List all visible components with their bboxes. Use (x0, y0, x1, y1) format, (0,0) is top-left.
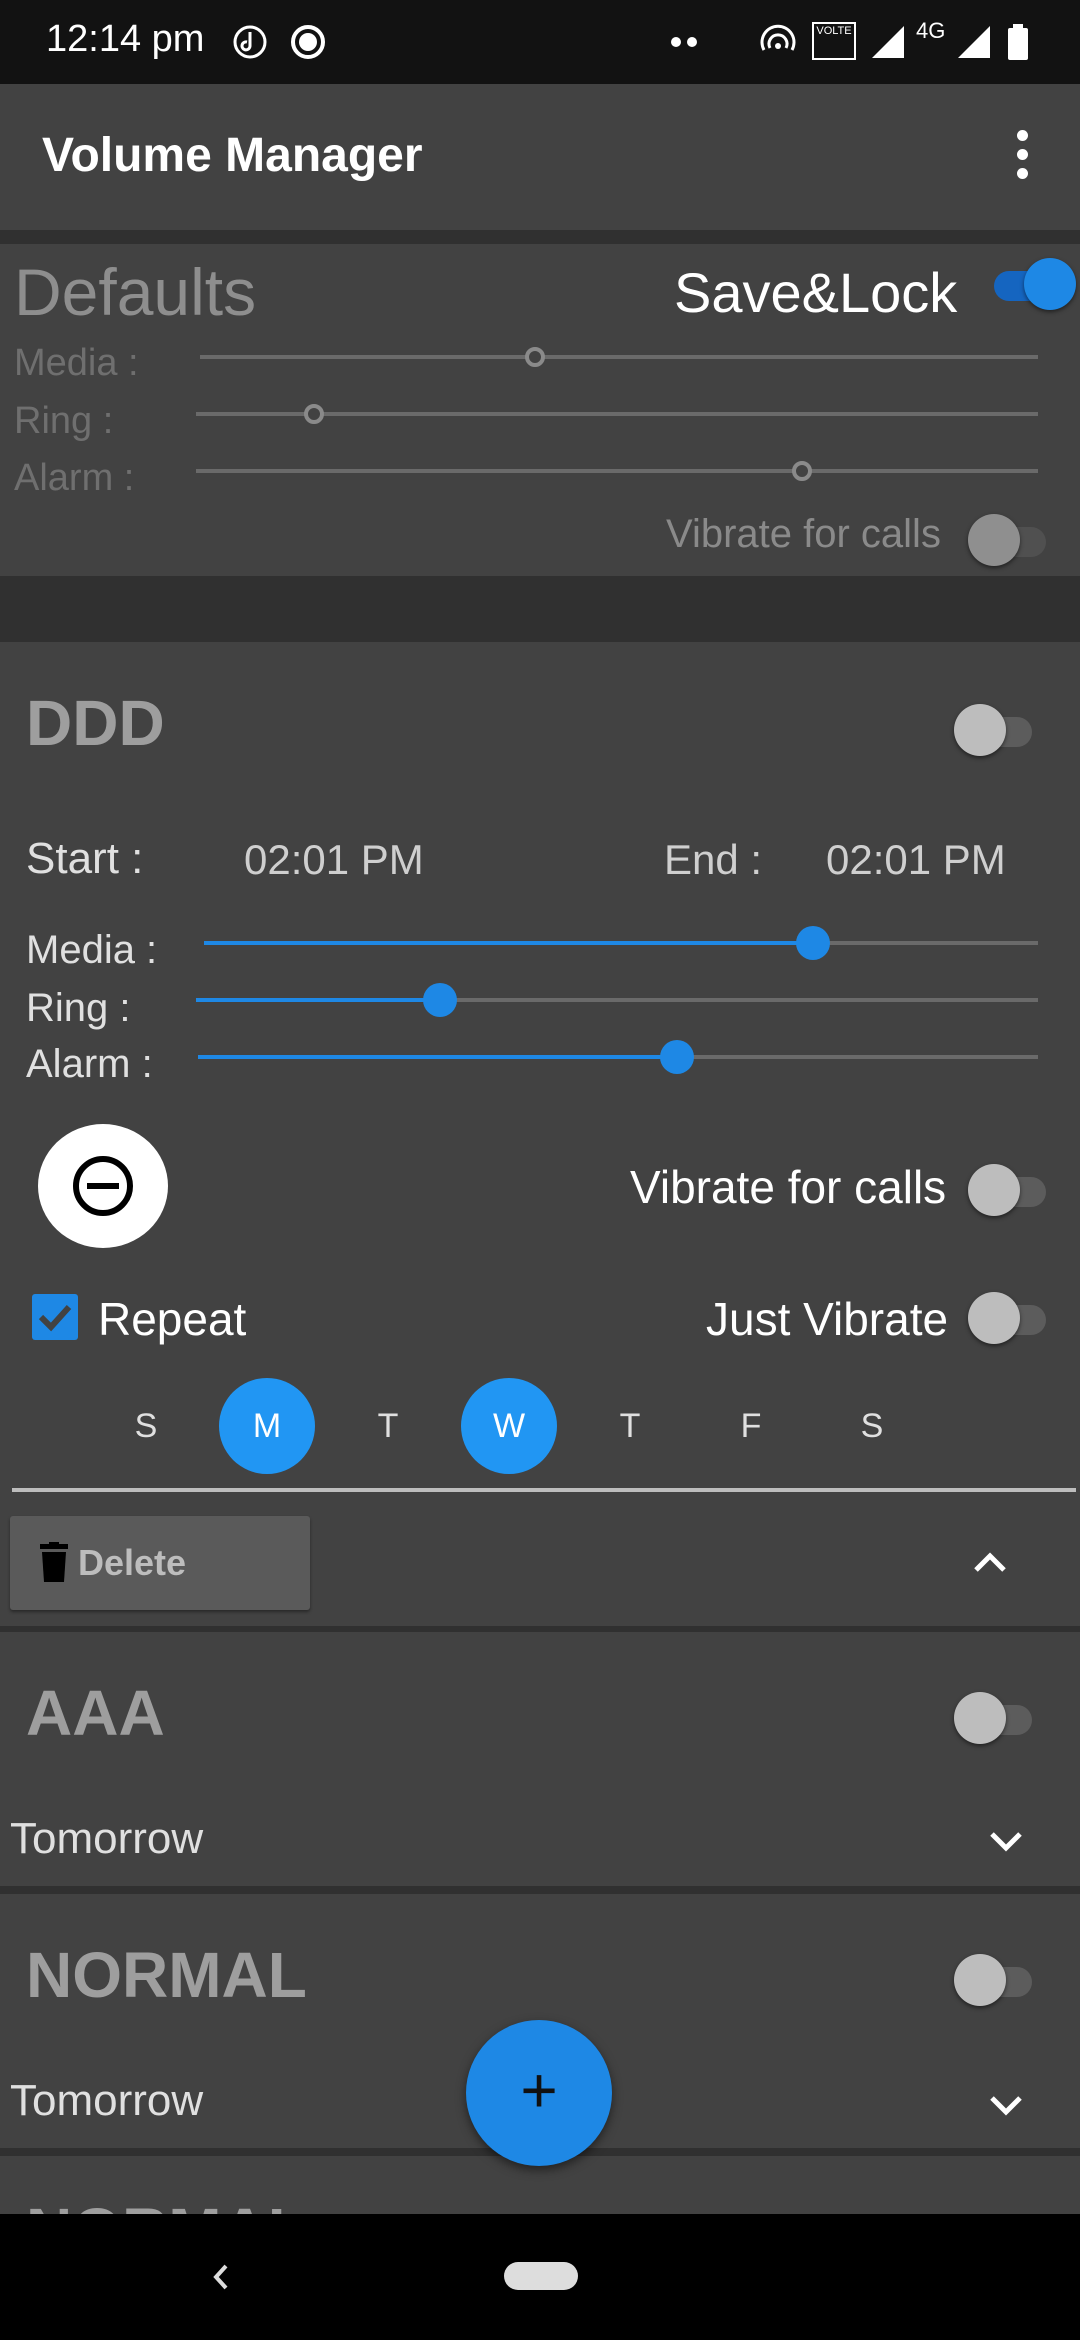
profile-name: NORMAL (26, 1939, 307, 2011)
end-time[interactable]: 02:01 PM (826, 836, 1006, 884)
profile-enable-switch[interactable] (954, 1954, 1040, 2008)
battery-icon (1008, 24, 1028, 60)
volte-icon: VOLTE (812, 22, 856, 60)
day-6[interactable]: S (824, 1378, 920, 1474)
remove-profile-button[interactable] (38, 1124, 168, 1248)
just-vibrate-switch[interactable] (968, 1292, 1054, 1346)
defaults-title: Defaults (14, 255, 257, 329)
chevron-down-icon[interactable] (986, 1826, 1026, 1856)
media-slider[interactable] (204, 926, 1038, 960)
profile-subtitle: Tomorrow (10, 1814, 204, 1863)
chevron-up-icon[interactable] (970, 1544, 1010, 1578)
start-time[interactable]: 02:01 PM (244, 836, 424, 884)
defaults-ring-slider[interactable] (196, 404, 1038, 424)
repeat-checkbox[interactable] (32, 1294, 78, 1340)
day-0[interactable]: S (98, 1378, 194, 1474)
day-2[interactable]: T (340, 1378, 436, 1474)
vibrate-label: Vibrate for calls (630, 1161, 947, 1213)
profile-name: AAA (26, 1677, 165, 1749)
defaults-vibrate-label: Vibrate for calls (666, 512, 941, 556)
trash-icon (40, 1542, 68, 1582)
defaults-alarm-label: Alarm : (14, 457, 135, 499)
delete-label: Delete (78, 1542, 187, 1583)
day-1[interactable]: M (219, 1378, 315, 1474)
profile-card-ddd (0, 642, 1080, 1626)
defaults-media-label: Media : (14, 342, 139, 384)
app-title: Volume Manager (42, 129, 423, 182)
home-pill[interactable] (504, 2262, 578, 2290)
alarm-label: Alarm : (26, 1042, 153, 1086)
media-label: Media : (26, 928, 158, 972)
signal-icon-2 (958, 26, 990, 58)
defaults-ring-label: Ring : (14, 400, 114, 442)
status-time: 12:14 pm (46, 18, 205, 60)
delete-button[interactable]: Delete (10, 1516, 310, 1610)
back-icon[interactable] (206, 2260, 236, 2294)
checkmark-icon (38, 1304, 72, 1332)
start-label: Start : (26, 834, 144, 883)
add-profile-button[interactable]: + (466, 2020, 612, 2166)
ring-label: Ring : (26, 986, 131, 1030)
day-4[interactable]: T (582, 1378, 678, 1474)
hotspot-icon (760, 24, 796, 51)
overflow-menu-icon[interactable] (1002, 130, 1042, 190)
vibrate-switch[interactable] (968, 1164, 1054, 1218)
network-type: 4G (916, 18, 946, 43)
profile-name: DDD (26, 687, 165, 759)
volte-label: VOLTE (816, 25, 852, 37)
profile-subtitle: Tomorrow (10, 2076, 204, 2125)
ring-slider[interactable] (196, 983, 1038, 1017)
profile-name: NORMAL (26, 2194, 307, 2216)
alarm-slider[interactable] (198, 1040, 1038, 1074)
save-lock-label: Save&Lock (674, 261, 958, 324)
signal-icon (872, 26, 904, 58)
repeat-label: Repeat (98, 1293, 247, 1345)
more-notifications-icon (671, 37, 697, 47)
just-vibrate-label: Just Vibrate (706, 1293, 949, 1345)
defaults-media-slider[interactable] (200, 347, 1038, 367)
defaults-alarm-slider[interactable] (196, 461, 1038, 481)
day-3[interactable]: W (461, 1378, 557, 1474)
profile-enable-switch[interactable] (954, 1692, 1040, 1746)
defaults-vibrate-switch[interactable] (968, 514, 1054, 568)
end-label: End : (664, 836, 763, 883)
profile-enable-switch[interactable] (954, 704, 1040, 758)
minus-circle-icon (73, 1156, 133, 1216)
save-lock-switch[interactable] (986, 258, 1076, 312)
plus-icon: + (520, 2054, 558, 2126)
chevron-down-icon[interactable] (986, 2090, 1026, 2120)
day-5[interactable]: F (703, 1378, 799, 1474)
divider (12, 1488, 1076, 1492)
music-sync-icon (233, 25, 267, 59)
circle-status-icon (291, 25, 325, 59)
